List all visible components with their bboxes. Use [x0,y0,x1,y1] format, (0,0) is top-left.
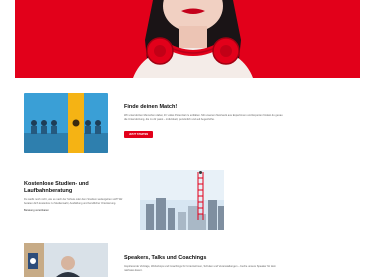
section-speakers: Speakers, Talks und Coachings Inspiriere… [124,255,284,273]
section-2-title: Kostenlose Studien- und Laufbahnberatung [24,181,89,194]
section-2-text: Du weißt noch nicht, wie es nach der Sch… [24,198,123,205]
start-button[interactable]: JETZT STARTEN [124,130,154,138]
counseling-link[interactable]: Beratung vereinbaren [24,209,124,212]
hero-banner [15,0,360,78]
section-match: Finde deinen Match! Wir unterstützen Men… [124,104,284,140]
section-counseling: Kostenlose Studien- und Laufbahnberatung… [24,181,124,212]
section-3-text: Inspirierende Vorträge, Workshops und Co… [124,265,276,272]
section-2-image [140,170,224,230]
hero-image [15,0,360,78]
section-1-title: Finde deinen Match! [124,104,178,110]
section-3-image [24,243,108,277]
page: Finde deinen Match! Wir unterstützen Men… [0,0,375,277]
section-1-image [24,93,108,153]
section-1-text: Wir unterstützen Menschen dabei, ihr vol… [124,114,283,121]
section-3-title: Speakers, Talks und Coachings [124,255,207,261]
